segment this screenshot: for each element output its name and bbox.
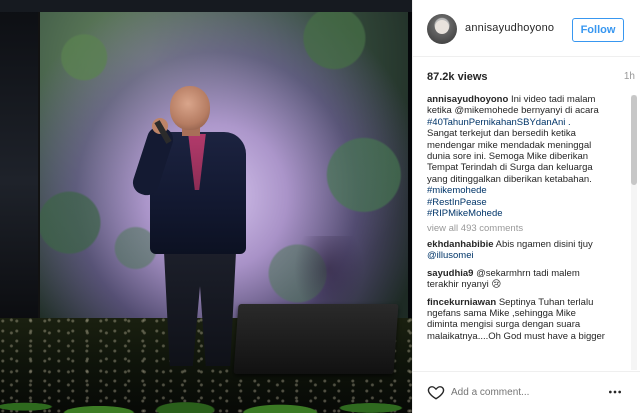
- comment-line: terakhir nyanyi 😢: [427, 279, 502, 291]
- caption-line: mendengar mike mendadak meninggal: [427, 139, 592, 151]
- caption-line: ketika @mikemohede bernyanyi di acara: [427, 105, 599, 117]
- post-caption: annisayudhoyono Ini video tadi malam ket…: [427, 94, 627, 219]
- caption-line: dunia sore ini. Semoga Mike diberikan: [427, 151, 589, 163]
- post-footer: [413, 371, 640, 413]
- heart-icon[interactable]: [427, 383, 445, 401]
- comment-line: fincekurniawan Septinya Tuhan terlalu: [427, 296, 594, 308]
- caption-line: annisayudhoyono Ini video tadi malam: [427, 94, 596, 105]
- hashtag-link[interactable]: #RIPMikeMohede: [427, 208, 627, 219]
- follow-button[interactable]: Follow: [572, 18, 624, 42]
- stage-plants: [0, 350, 412, 413]
- comment: fincekurniawan Septinya Tuhan terlalu ng…: [427, 297, 627, 343]
- comment-line: malaikatnya....Oh God must have a bigger: [427, 330, 605, 342]
- stage-truss: [0, 0, 412, 12]
- post-header: annisayudhoyono Follow: [413, 0, 640, 57]
- comment-line: diminta mengisi surga dengan suara: [427, 319, 581, 331]
- more-options-icon[interactable]: [607, 384, 623, 400]
- hashtag-link[interactable]: #mikemohede: [427, 185, 627, 196]
- add-comment-input[interactable]: [451, 384, 601, 400]
- video-player[interactable]: [0, 0, 412, 413]
- view-all-comments-link[interactable]: view all 493 comments: [427, 223, 627, 234]
- performer-singer: [129, 86, 260, 366]
- post-stats: 87.2k views 1h: [427, 71, 635, 85]
- comment-mention[interactable]: @illusomei: [427, 250, 627, 261]
- caption-line[interactable]: #40TahunPernikahanSBYdanAni .: [427, 117, 627, 128]
- comment-username[interactable]: sayudhia9: [427, 268, 473, 279]
- post-username[interactable]: annisayudhoyono: [465, 22, 554, 34]
- comment-line: ngefans sama Mike ,sehingga Mike: [427, 307, 576, 319]
- performer-trousers: [164, 252, 236, 366]
- comment-username[interactable]: ekhdanhabibie: [427, 239, 494, 250]
- caption-line: Tempat Terindah di Surga dan keluarga: [427, 162, 593, 174]
- avatar[interactable]: [427, 14, 457, 44]
- post-timestamp[interactable]: 1h: [624, 71, 635, 82]
- caption-line: Sangat terkejut dan bersedih ketika: [427, 128, 576, 140]
- hashtag-link[interactable]: #RestInPease: [427, 197, 627, 208]
- comments-scrollbar[interactable]: [631, 95, 637, 370]
- caption-line: yang ditinggalkan diberikan ketabahan.: [427, 173, 592, 185]
- performer-head: [170, 86, 210, 130]
- view-count: 87.2k views: [427, 71, 488, 83]
- stage-wall: [0, 0, 40, 330]
- comment-line: ekhdanhabibie Abis ngamen disini tjuy: [427, 238, 593, 250]
- caption-username[interactable]: annisayudhoyono: [427, 94, 508, 105]
- comment-username[interactable]: fincekurniawan: [427, 297, 496, 308]
- comment: sayudhia9 @sekarmhrn tadi malem terakhir…: [427, 268, 627, 291]
- scrollbar-thumb[interactable]: [631, 95, 637, 185]
- post-details-panel: annisayudhoyono Follow 87.2k views 1h an…: [412, 0, 640, 413]
- comment: ekhdanhabibie Abis ngamen disini tjuy @i…: [427, 239, 627, 262]
- comment-line: sayudhia9 @sekarmhrn tadi malem: [427, 267, 580, 279]
- comments-list: annisayudhoyono Ini video tadi malam ket…: [427, 94, 627, 370]
